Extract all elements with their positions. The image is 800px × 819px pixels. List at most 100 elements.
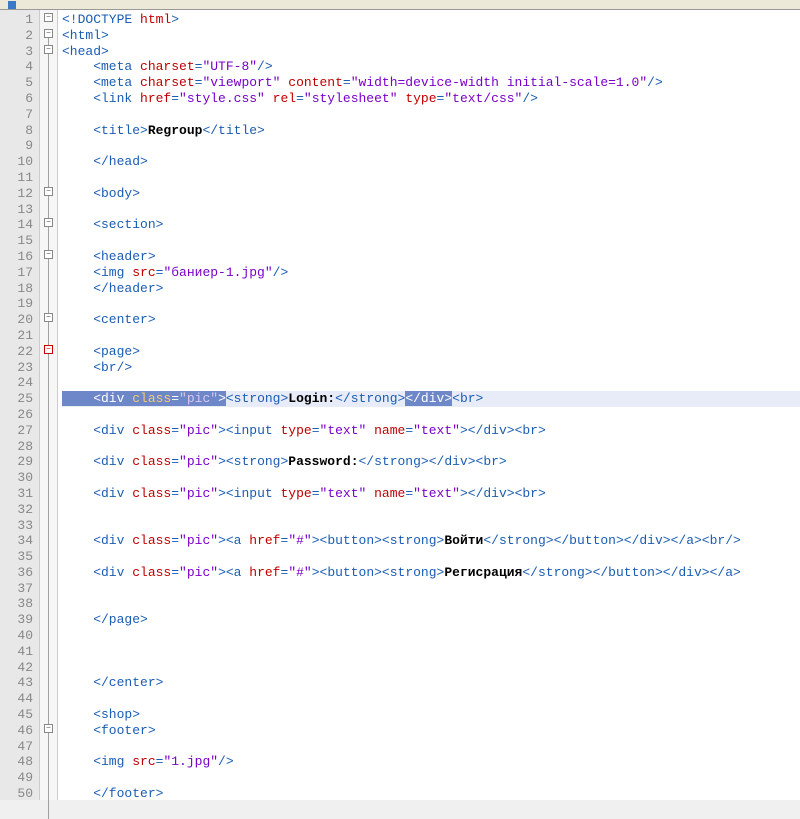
code-line[interactable] [62,107,800,123]
code-line[interactable] [62,328,800,344]
line-number: 29 [0,454,33,470]
code-line[interactable]: <head> [62,44,800,60]
line-number: 12 [0,186,33,202]
code-line[interactable] [62,660,800,676]
code-line[interactable] [62,470,800,486]
code-line[interactable]: <div class="pic"><input type="text" name… [62,486,800,502]
line-number: 17 [0,265,33,281]
line-number: 35 [0,549,33,565]
line-number: 33 [0,518,33,534]
code-line[interactable] [62,549,800,565]
fold-toggle[interactable]: − [44,13,53,22]
code-line[interactable]: <img src="бaниер-1.jpg"/> [62,265,800,281]
fold-toggle[interactable]: − [44,345,53,354]
code-line[interactable]: <body> [62,186,800,202]
code-line[interactable]: <div class="pic"><strong>Login:</strong>… [62,391,800,407]
code-line[interactable] [62,518,800,534]
code-line[interactable] [62,770,800,786]
code-line[interactable]: </page> [62,612,800,628]
code-area[interactable]: <!DOCTYPE html><html><head> <meta charse… [58,10,800,800]
code-line[interactable] [62,628,800,644]
line-number: 38 [0,596,33,612]
line-number: 39 [0,612,33,628]
code-line[interactable]: <div class="pic"><strong>Password:</stro… [62,454,800,470]
code-line[interactable] [62,644,800,660]
code-editor[interactable]: 1234567891011121314151617181920212223242… [0,10,800,800]
code-line[interactable] [62,170,800,186]
line-number: 2 [0,28,33,44]
fold-toggle[interactable]: − [44,250,53,259]
code-line[interactable]: <meta charset="viewport" content="width=… [62,75,800,91]
code-line[interactable]: <center> [62,312,800,328]
line-number: 24 [0,375,33,391]
code-line[interactable]: <section> [62,217,800,233]
line-number: 49 [0,770,33,786]
code-line[interactable]: </footer> [62,786,800,802]
code-line[interactable]: <page> [62,344,800,360]
code-line[interactable] [62,581,800,597]
line-number: 7 [0,107,33,123]
code-line[interactable]: <div class="pic"><a href="#"><button><st… [62,565,800,581]
line-number: 41 [0,644,33,660]
code-line[interactable]: </center> [62,675,800,691]
code-line[interactable] [62,691,800,707]
line-number: 46 [0,723,33,739]
code-line[interactable] [62,375,800,391]
fold-toggle[interactable]: − [44,45,53,54]
line-number: 43 [0,675,33,691]
fold-gutter[interactable]: − − − − − − − − − [40,10,58,800]
code-line[interactable]: <br/> [62,360,800,376]
line-number: 45 [0,707,33,723]
line-number: 47 [0,739,33,755]
code-line[interactable]: <img src="1.jpg"/> [62,754,800,770]
code-line[interactable] [62,202,800,218]
line-number: 30 [0,470,33,486]
line-number: 31 [0,486,33,502]
line-number: 32 [0,502,33,518]
code-line[interactable] [62,233,800,249]
code-line[interactable]: </head> [62,154,800,170]
code-line[interactable] [62,296,800,312]
code-line[interactable]: <link href="style.css" rel="stylesheet" … [62,91,800,107]
fold-toggle[interactable]: − [44,724,53,733]
code-line[interactable] [62,502,800,518]
code-line[interactable]: </header> [62,281,800,297]
line-number: 42 [0,660,33,676]
code-line[interactable]: <!DOCTYPE html> [62,12,800,28]
code-line[interactable]: <html> [62,28,800,44]
line-number: 13 [0,202,33,218]
code-line[interactable]: <header> [62,249,800,265]
code-line[interactable]: <title>Regroup</title> [62,123,800,139]
code-line[interactable]: <footer> [62,723,800,739]
line-number: 1 [0,12,33,28]
line-number: 40 [0,628,33,644]
code-line[interactable]: <div class="pic"><input type="text" name… [62,423,800,439]
code-line[interactable]: <meta charset="UTF-8"/> [62,59,800,75]
code-line[interactable]: <div class="pic"><a href="#"><button><st… [62,533,800,549]
line-number: 48 [0,754,33,770]
line-number: 10 [0,154,33,170]
code-line[interactable] [62,439,800,455]
line-number: 19 [0,296,33,312]
line-number: 8 [0,123,33,139]
line-number: 23 [0,360,33,376]
line-number: 15 [0,233,33,249]
fold-toggle[interactable]: − [44,313,53,322]
line-number: 36 [0,565,33,581]
code-line[interactable]: <shop> [62,707,800,723]
line-number: 16 [0,249,33,265]
line-number: 6 [0,91,33,107]
fold-toggle[interactable]: − [44,29,53,38]
code-line[interactable] [62,739,800,755]
code-line[interactable] [62,138,800,154]
line-number: 14 [0,217,33,233]
fold-toggle[interactable]: − [44,218,53,227]
tab-bar[interactable] [0,0,800,10]
code-line[interactable] [62,596,800,612]
fold-toggle[interactable]: − [44,187,53,196]
line-number: 44 [0,691,33,707]
code-line[interactable] [62,407,800,423]
line-number: 50 [0,786,33,802]
line-number: 4 [0,59,33,75]
file-icon [8,1,16,9]
